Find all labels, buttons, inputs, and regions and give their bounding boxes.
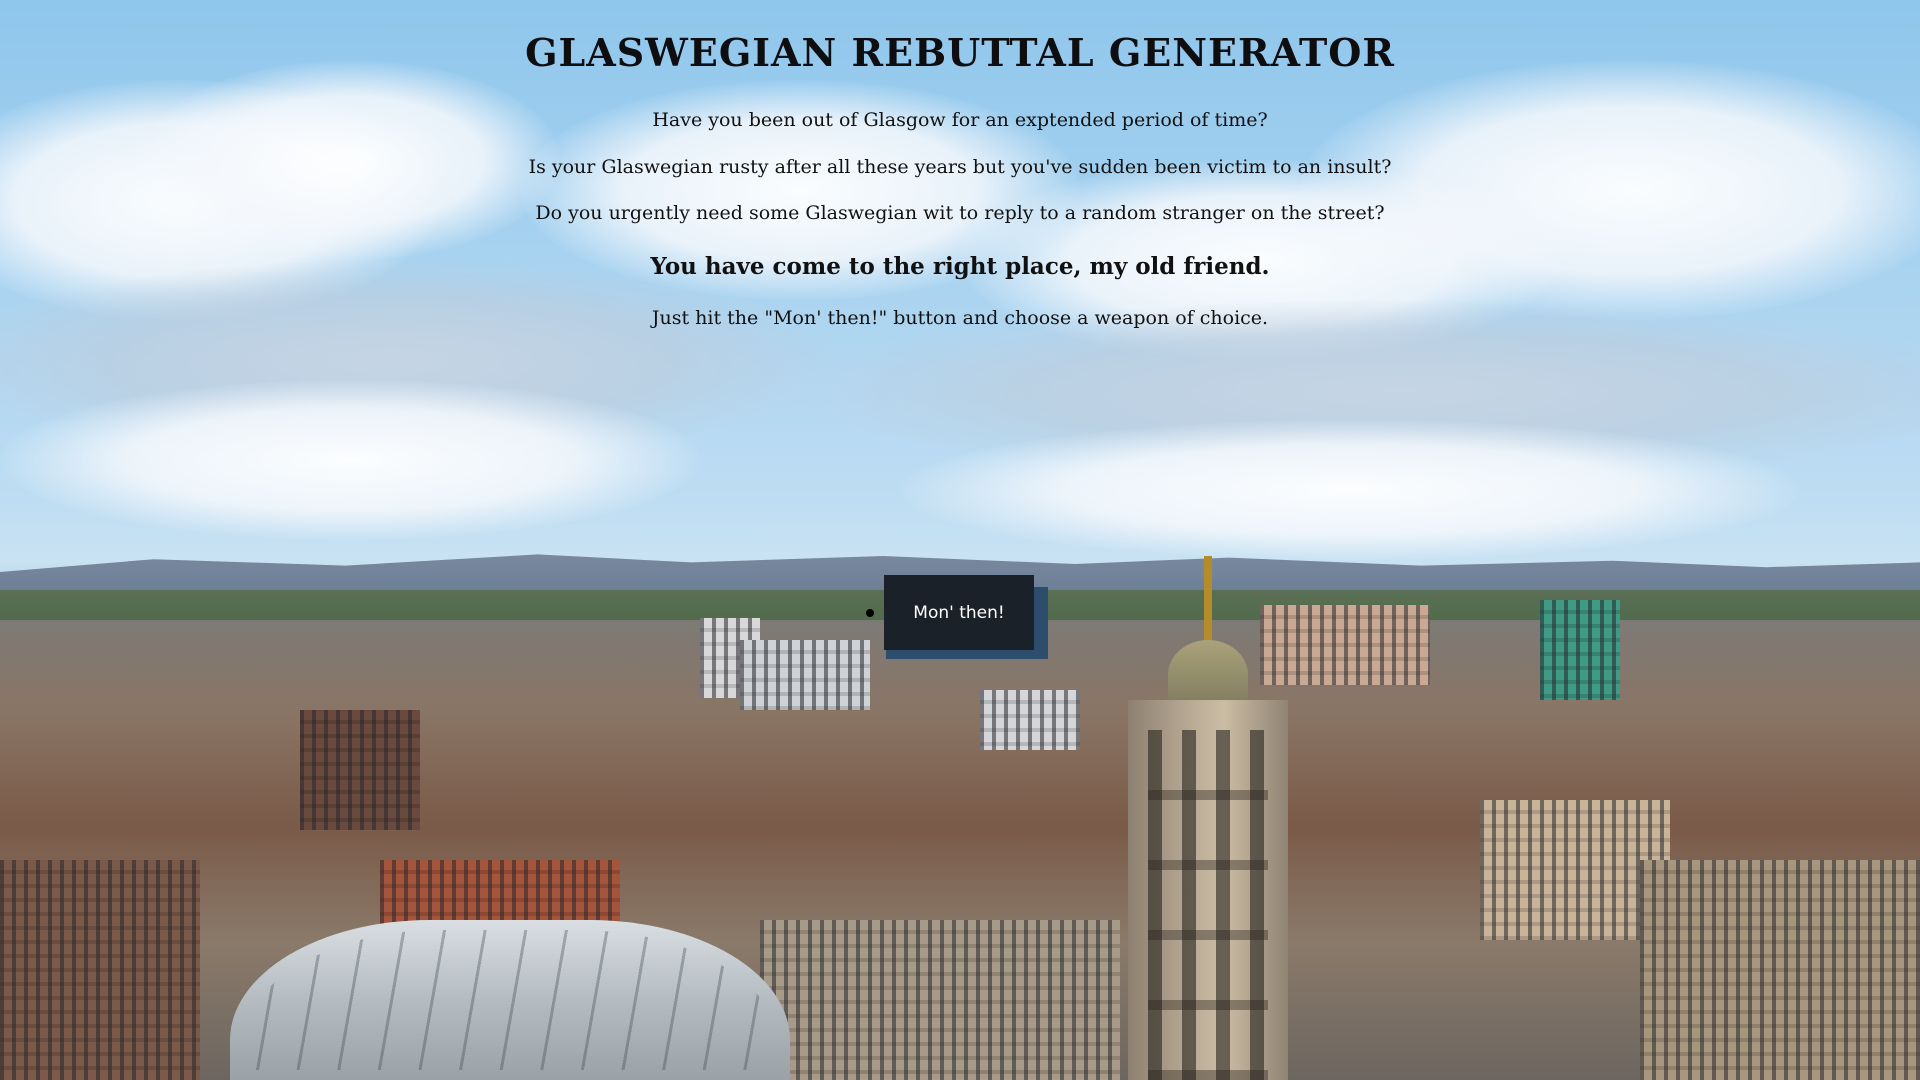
building [1640, 860, 1920, 1080]
clock-tower [1128, 700, 1288, 1080]
intro-line-2: Is your Glaswegian rusty after all these… [528, 156, 1392, 178]
intro-line-1: Have you been out of Glasgow for an expt… [652, 109, 1268, 131]
highlight-text: You have come to the right place, my old… [650, 253, 1270, 280]
main-content: GLASWEGIAN REBUTTAL GENERATOR Have you b… [0, 0, 1920, 328]
building [1260, 605, 1430, 685]
page-title: GLASWEGIAN REBUTTAL GENERATOR [525, 30, 1395, 75]
building [1540, 600, 1620, 700]
list-bullet [866, 609, 874, 617]
cloud [900, 420, 1800, 560]
glass-roof-building [230, 920, 790, 1080]
building [740, 640, 870, 710]
tower-spire [1204, 556, 1212, 646]
cloud [0, 380, 700, 540]
building [980, 690, 1080, 750]
mon-then-button[interactable]: Mon' then! [884, 575, 1034, 650]
instruction-text: Just hit the "Mon' then!" button and cho… [651, 307, 1269, 329]
building [760, 920, 1120, 1080]
intro-line-3: Do you urgently need some Glaswegian wit… [535, 202, 1385, 224]
building [0, 860, 200, 1080]
building [300, 710, 420, 830]
